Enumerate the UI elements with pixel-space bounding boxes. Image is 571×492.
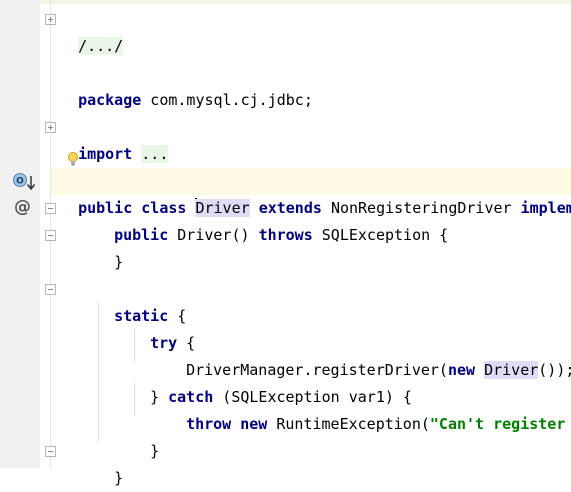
code-line-header[interactable]: /.../	[60, 6, 124, 55]
package-name: com.mysql.cj.jdbc;	[141, 91, 313, 109]
code-line-import[interactable]: import ...	[60, 114, 169, 163]
code-line-ctor-close[interactable]: }	[96, 222, 123, 271]
code-line-static[interactable]: static {	[96, 276, 186, 325]
exception-type: SQLException {	[321, 226, 449, 244]
keyword-import: import	[78, 145, 133, 163]
folded-header-comment[interactable]: /.../	[78, 37, 124, 55]
close-brace: }	[114, 469, 124, 487]
call-suffix: ());	[538, 361, 571, 379]
code-line-package[interactable]: package com.mysql.cj.jdbc;	[60, 60, 313, 109]
fold-expand-import[interactable]	[45, 122, 56, 133]
driver-usage-highlight[interactable]: Driver	[484, 361, 539, 379]
close-brace: }	[114, 253, 124, 271]
keyword-package: package	[78, 91, 142, 109]
folded-imports[interactable]: ...	[141, 145, 169, 163]
close-brace: }	[150, 388, 169, 406]
code-line-class-decl[interactable]: public class Driver extends NonRegisteri…	[60, 168, 571, 217]
code-line-try[interactable]: try {	[132, 303, 195, 352]
code-line-static-close[interactable]: }	[96, 438, 123, 487]
keyword-throw: throw	[186, 415, 232, 433]
close-brace: }	[150, 442, 160, 460]
fold-end-ctor[interactable]	[45, 230, 56, 241]
code-line-ctor[interactable]: public Driver() throws SQLException {	[96, 195, 448, 244]
code-line-register[interactable]: DriverManager.registerDriver(new Driver(…	[168, 330, 571, 379]
fold-collapse-static[interactable]	[45, 284, 56, 295]
code-line-catch-close[interactable]: }	[132, 411, 159, 460]
top-tint	[0, 0, 571, 4]
code-line-throw[interactable]: throw new RuntimeException("Can't regist…	[168, 384, 565, 433]
fold-collapse-ctor[interactable]	[45, 203, 56, 214]
keyword-throws: throws	[258, 226, 313, 244]
fold-end-static[interactable]	[45, 446, 56, 457]
runtime-exception: RuntimeException(	[267, 415, 430, 433]
gutter	[0, 0, 40, 468]
ctor-name: Driver()	[177, 226, 250, 244]
override-letter: O	[16, 177, 24, 187]
at-sign-icon[interactable]: @	[14, 197, 34, 217]
string-literal: "Can't register	[429, 415, 566, 433]
keyword-implements-cut: implem	[520, 199, 571, 217]
overrides-method-icon[interactable]: O	[12, 172, 36, 192]
fold-expand-header[interactable]	[45, 14, 56, 25]
code-line-catch[interactable]: } catch (SQLException var1) {	[132, 357, 412, 406]
keyword-new: new	[447, 361, 476, 379]
keyword-new: new	[240, 415, 268, 433]
